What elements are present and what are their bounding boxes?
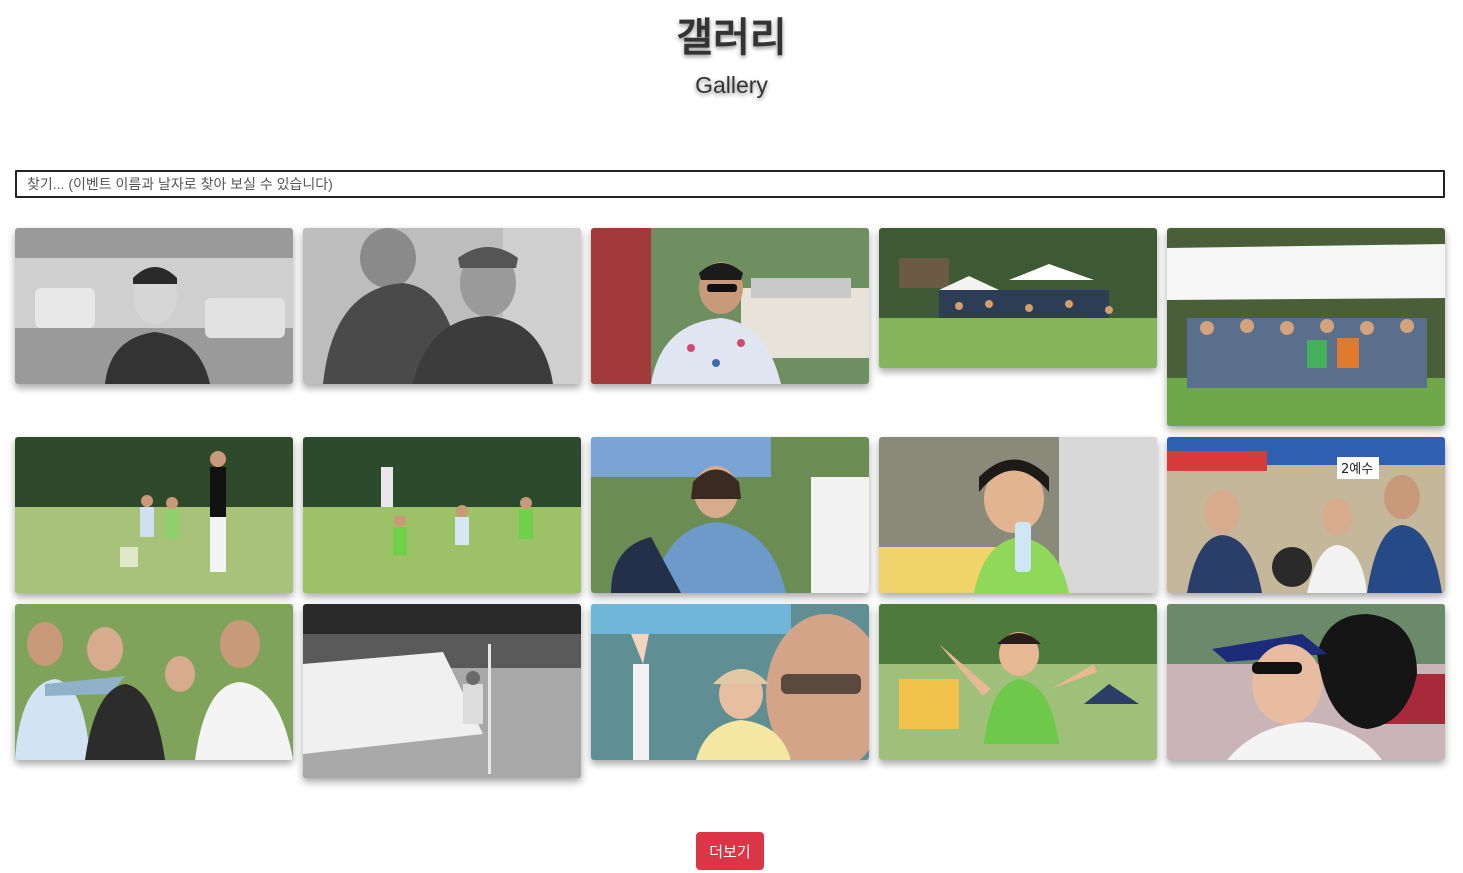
page-subtitle: Gallery — [695, 72, 768, 98]
photo-tug-of-war — [15, 604, 293, 760]
photo-tile[interactable] — [1167, 604, 1445, 760]
photo-picnic-tents — [879, 228, 1157, 368]
photo-tile[interactable]: 2예수 — [1167, 437, 1445, 593]
photo-toddler-green — [879, 604, 1157, 760]
page-title: 갤러리 — [676, 15, 787, 61]
photo-tile[interactable] — [15, 437, 293, 593]
photo-tile[interactable] — [879, 604, 1157, 760]
photo-tile[interactable] — [303, 604, 581, 778]
photo-tile[interactable] — [591, 604, 869, 760]
photo-lawn-family — [15, 437, 293, 593]
photo-booth: 2예수 — [1167, 437, 1445, 593]
photo-tile[interactable] — [15, 604, 293, 760]
photo-tile[interactable] — [15, 228, 293, 384]
photo-tile[interactable] — [879, 437, 1157, 593]
photo-woman-visor — [1167, 604, 1445, 760]
photo-tile[interactable] — [303, 228, 581, 384]
gallery-page: 갤러리 Gallery 찾기... (이벤트 이름과 날자로 찾아 보실 수 있… — [0, 0, 1463, 873]
photo-bw-kite — [303, 604, 581, 778]
photo-bw-men — [303, 228, 581, 384]
search-input[interactable] — [15, 170, 1445, 198]
photo-tile[interactable] — [303, 437, 581, 593]
photo-woman-denim — [591, 437, 869, 593]
svg-text:2예수: 2예수 — [1341, 462, 1373, 477]
photo-tile[interactable] — [1167, 228, 1445, 426]
photo-man-sunglasses — [591, 228, 869, 384]
photo-peace-sign — [591, 604, 869, 760]
photo-girl-water — [879, 437, 1157, 593]
photo-tile[interactable] — [879, 228, 1157, 368]
load-more-button[interactable]: 더보기 — [696, 832, 764, 870]
photo-group-tent — [1167, 228, 1445, 426]
photo-tile[interactable] — [591, 437, 869, 593]
photo-children-field — [303, 437, 581, 593]
photo-tile[interactable] — [591, 228, 869, 384]
photo-bw-portrait — [15, 228, 293, 384]
